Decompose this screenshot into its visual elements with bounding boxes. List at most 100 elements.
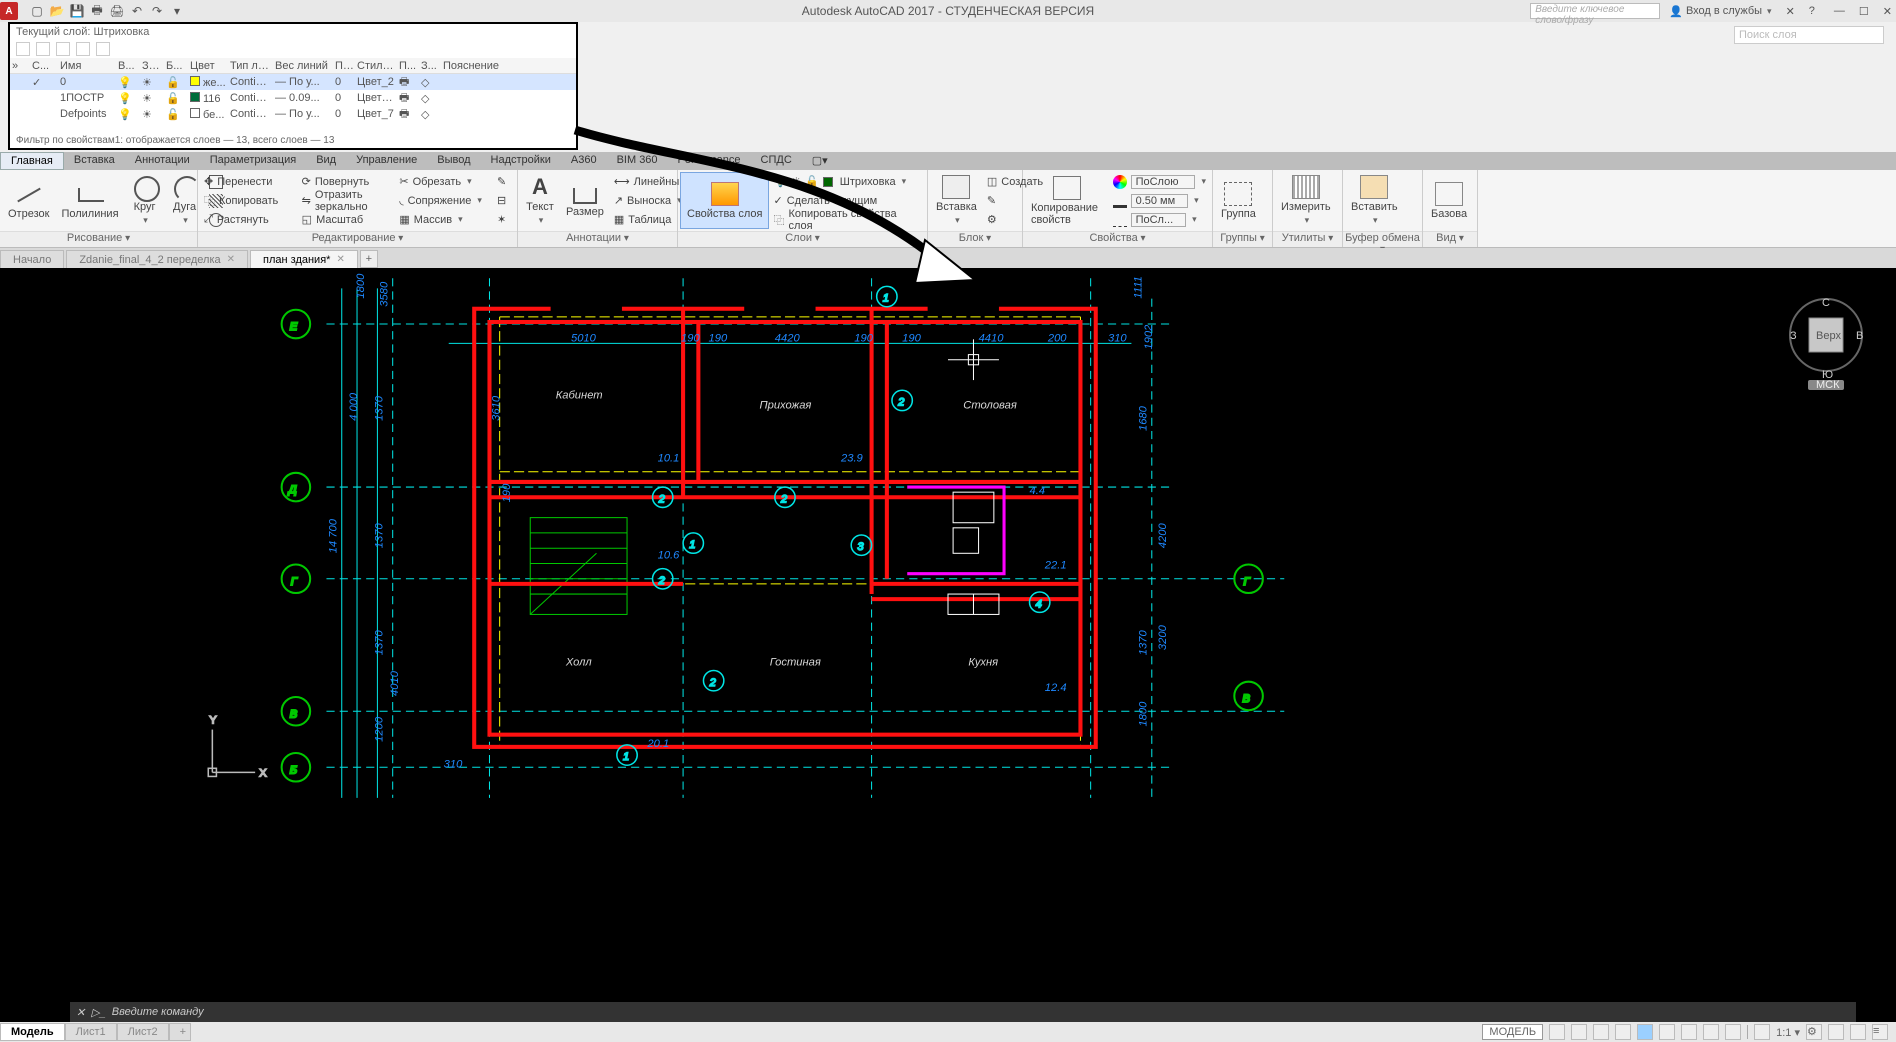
drawing-canvas[interactable]: Е Д Г В Б Г В Кабинет Прихожая Столовая … [0, 268, 1896, 1022]
insert-block-button[interactable]: Вставка▾ [930, 172, 983, 229]
baseview-button[interactable]: Базова [1425, 172, 1473, 229]
scale-icon[interactable]: ◱ [302, 213, 312, 226]
array-icon[interactable]: ▦ [399, 213, 409, 226]
mirror-icon[interactable]: ⇋ [302, 194, 311, 207]
stretch-icon[interactable]: ⤢ [204, 213, 213, 226]
measure-button[interactable]: Измерить▾ [1275, 172, 1337, 229]
block-create-icon[interactable]: ◫ [987, 175, 997, 188]
polyline-button[interactable]: Полилиния [55, 172, 124, 229]
panel-title-view[interactable]: Вид ▾ [1423, 231, 1477, 247]
status-otrack-icon[interactable] [1659, 1024, 1675, 1040]
layer-row[interactable]: 1ПОСТР💡☀🔓 116 Continu...— 0.09...0 Цвет_… [10, 90, 576, 106]
rotate-icon[interactable]: ⟳ [302, 175, 311, 188]
paste-button[interactable]: Вставить▾ [1345, 172, 1404, 229]
status-cycle-icon[interactable] [1725, 1024, 1741, 1040]
panel-title-groups[interactable]: Группы ▾ [1213, 231, 1272, 247]
layout-tab-2[interactable]: Лист2 [117, 1023, 169, 1041]
cmd-close-icon[interactable]: ✕ [76, 1006, 85, 1019]
copy-icon[interactable]: ⿻ [204, 193, 215, 209]
signin-button[interactable]: 👤Вход в службы▾ [1664, 2, 1776, 20]
qat-redo-icon[interactable]: ↷ [148, 2, 166, 20]
command-line[interactable]: ✕ ▷_ Введите команду [70, 1002, 1856, 1022]
bulb-icon[interactable]: 💡 [773, 175, 787, 188]
panel-title-block[interactable]: Блок ▾ [928, 231, 1022, 247]
status-trans-icon[interactable] [1703, 1024, 1719, 1040]
menu-tab-addins[interactable]: Надстройки [481, 152, 561, 170]
status-isodraft-icon[interactable] [1828, 1024, 1844, 1040]
status-gear-icon[interactable]: ⚙ [1806, 1024, 1822, 1040]
window-maximize-icon[interactable]: ☐ [1859, 5, 1869, 18]
status-osnap-icon[interactable] [1637, 1024, 1653, 1040]
exchange-icon[interactable]: ✕ [1781, 2, 1800, 20]
block-edit-icon[interactable]: ✎ [987, 194, 996, 207]
menu-tab-bim360[interactable]: BIM 360 [607, 152, 668, 170]
status-scale-label[interactable]: 1:1 ▾ [1776, 1026, 1800, 1039]
help-icon[interactable]: ? [1804, 2, 1820, 20]
doc-tab-start[interactable]: Начало [0, 250, 64, 268]
qat-more-icon[interactable]: ▾ [168, 2, 186, 20]
status-polar-icon[interactable] [1615, 1024, 1631, 1040]
panel-title-layers[interactable]: Слои ▾ [678, 231, 927, 247]
line-button[interactable]: Отрезок [2, 172, 55, 229]
menu-tab-insert[interactable]: Вставка [64, 152, 125, 170]
qat-open-icon[interactable]: 📂 [48, 2, 66, 20]
model-tab[interactable]: Модель [0, 1023, 65, 1041]
layout-tab-1[interactable]: Лист1 [65, 1023, 117, 1041]
status-lwt-icon[interactable] [1681, 1024, 1697, 1040]
lp-new-layer-icon[interactable] [16, 42, 30, 56]
group-button[interactable]: Группа [1215, 172, 1262, 229]
menu-tab-perf[interactable]: Performance [668, 152, 751, 170]
modelspace-button[interactable]: МОДЕЛЬ [1482, 1024, 1543, 1040]
tab-new-icon[interactable]: + [360, 250, 378, 268]
block-attr-icon[interactable]: ⚙ [987, 213, 997, 226]
edit-misc-icon[interactable]: ✎ [497, 175, 511, 189]
dim-button[interactable]: Размер [560, 172, 610, 229]
match-props-button[interactable]: Копирование свойств [1025, 172, 1109, 229]
linear-dim-icon[interactable]: ⟷ [614, 175, 630, 188]
panel-title-annot[interactable]: Аннотации ▾ [518, 231, 677, 247]
doc-tab-file[interactable]: Zdanie_final_4_2 переделка✕ [66, 250, 248, 268]
explode-icon[interactable]: ✶ [497, 213, 511, 227]
status-snap-icon[interactable] [1571, 1024, 1587, 1040]
menu-tab-param[interactable]: Параметризация [200, 152, 306, 170]
menu-tab-view[interactable]: Вид [306, 152, 346, 170]
menu-tab-spds[interactable]: СПДС [751, 152, 802, 170]
panel-title-clip[interactable]: Буфер обмена ▾ [1343, 231, 1422, 247]
color-swatch-icon[interactable] [1113, 175, 1127, 189]
layout-add-icon[interactable]: + [169, 1023, 191, 1041]
panel-title-util[interactable]: Утилиты ▾ [1273, 231, 1342, 247]
text-button[interactable]: AТекст▾ [520, 172, 560, 229]
copy-layer-props-icon[interactable]: ⿻ [773, 212, 784, 228]
menu-tab-a360[interactable]: A360 [561, 152, 607, 170]
qat-new-icon[interactable]: ▢ [28, 2, 46, 20]
layer-row[interactable]: ✓0💡☀🔓 же... Continu...— По у...0 Цвет_2🖶… [10, 74, 576, 90]
leader-icon[interactable]: ↗ [614, 194, 623, 207]
move-icon[interactable]: ✥ [204, 175, 213, 188]
panel-title-props[interactable]: Свойства ▾ [1023, 231, 1212, 247]
window-minimize-icon[interactable]: — [1834, 5, 1845, 18]
status-grid-icon[interactable] [1549, 1024, 1565, 1040]
window-close-icon[interactable]: ✕ [1883, 5, 1892, 18]
layer-search-input[interactable]: Поиск слоя [1734, 26, 1884, 44]
circle-button[interactable]: Круг▾ [125, 172, 165, 229]
table-icon[interactable]: ▦ [614, 213, 624, 226]
menu-tab-home[interactable]: Главная [0, 152, 64, 170]
qat-saveas-icon[interactable]: 🖶 [88, 2, 106, 20]
panel-title-draw[interactable]: Рисование ▾ [0, 231, 197, 247]
menu-tab-manage[interactable]: Управление [346, 152, 427, 170]
status-clean-icon[interactable] [1850, 1024, 1866, 1040]
app-logo-icon[interactable]: A [0, 2, 18, 20]
make-current-icon[interactable]: ✓ [773, 194, 782, 207]
menu-tab-collapse-icon[interactable]: ▢▾ [802, 152, 838, 170]
sun-icon[interactable]: ☀ [791, 175, 801, 188]
lock-icon[interactable]: 🔓 [805, 175, 819, 188]
doc-tab-file-active[interactable]: план здания*✕ [250, 250, 358, 268]
panel-title-edit[interactable]: Редактирование ▾ [198, 231, 517, 247]
qat-save-icon[interactable]: 💾 [68, 2, 86, 20]
fillet-icon[interactable]: ◟ [399, 194, 403, 207]
qat-undo-icon[interactable]: ↶ [128, 2, 146, 20]
lp-refresh-icon[interactable] [96, 42, 110, 56]
offset-icon[interactable]: ⊟ [497, 194, 511, 208]
layer-row[interactable]: Defpoints💡☀🔓 бе... Continu...— По у...0 … [10, 106, 576, 122]
status-custom-icon[interactable]: ≡ [1872, 1024, 1888, 1040]
